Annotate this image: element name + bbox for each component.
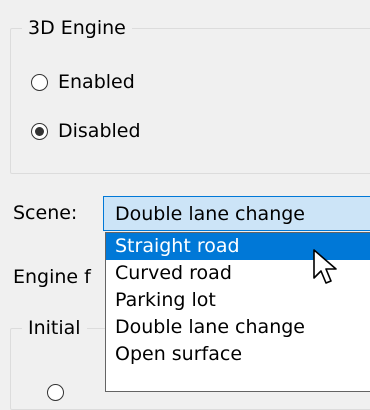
engine-field-label: Engine f <box>13 266 91 288</box>
scene-label: Scene: <box>13 202 78 224</box>
radio-enabled[interactable] <box>31 73 48 91</box>
engine-group-box <box>10 28 370 174</box>
dropdown-option-parking-lot[interactable]: Parking lot <box>106 287 370 314</box>
engine-enabled-radio-row[interactable]: Enabled <box>31 71 135 93</box>
scene-combobox-value: Double lane change <box>115 202 305 225</box>
initial-group-title: Initial <box>22 316 87 340</box>
radio-disabled[interactable] <box>31 122 48 140</box>
initial-radio-partial[interactable] <box>47 384 64 401</box>
engine-disabled-radio-row[interactable]: Disabled <box>31 120 141 142</box>
radio-selected-dot <box>35 126 44 136</box>
dropdown-option-double-lane-change[interactable]: Double lane change <box>106 314 370 341</box>
engine-disabled-label: Disabled <box>58 120 141 142</box>
engine-enabled-label: Enabled <box>58 71 135 93</box>
dropdown-option-open-surface[interactable]: Open surface <box>106 341 370 368</box>
engine-group-title: 3D Engine <box>22 16 132 40</box>
arrow-cursor-icon <box>313 249 337 284</box>
scene-combobox[interactable]: Double lane change <box>103 196 370 231</box>
